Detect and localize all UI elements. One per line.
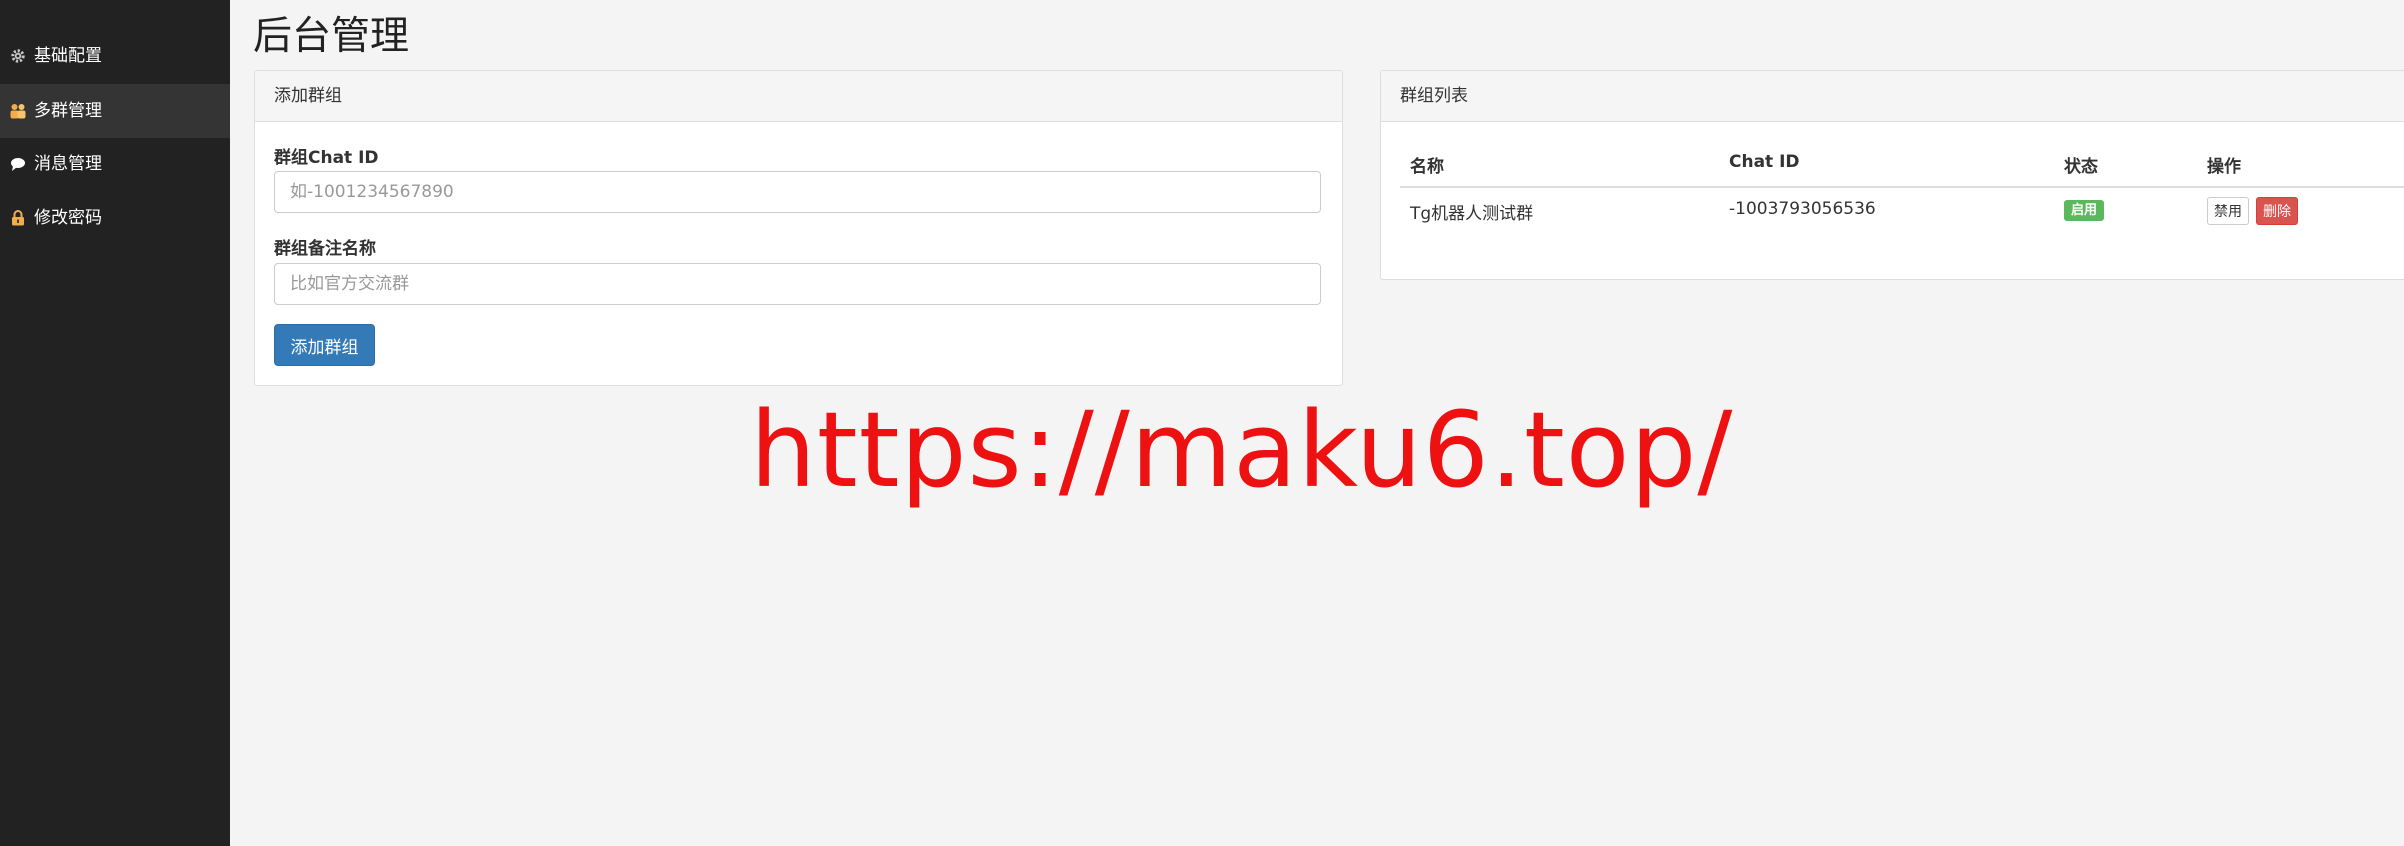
delete-button[interactable]: 删除 — [2256, 197, 2298, 225]
add-group-panel-heading: 添加群组 — [255, 71, 1342, 122]
sidebar: 基础配置 多群管理 消息管理 修改密码 — [0, 0, 230, 846]
add-group-button[interactable]: 添加群组 — [274, 324, 375, 366]
group-name-cell: Tg机器人测试群 — [1410, 204, 1534, 224]
sidebar-item-label: 消息管理 — [34, 153, 102, 174]
group-name-input[interactable] — [274, 263, 1321, 305]
sidebar-item-label: 基础配置 — [34, 45, 102, 66]
add-group-panel: 添加群组 群组Chat ID 群组备注名称 添加群组 — [254, 70, 1343, 386]
users-icon — [10, 103, 26, 119]
page-title: 后台管理 — [253, 14, 410, 59]
comment-icon — [10, 156, 26, 172]
group-name-label: 群组备注名称 — [274, 239, 376, 259]
sidebar-item-label: 多群管理 — [34, 100, 102, 121]
sidebar-item-messages[interactable]: 消息管理 — [0, 137, 230, 191]
column-header-name: 名称 — [1410, 157, 1444, 177]
sidebar-item-basic-config[interactable]: 基础配置 — [0, 29, 230, 83]
column-header-status: 状态 — [2064, 157, 2098, 177]
chat-id-label: 群组Chat ID — [274, 148, 379, 168]
column-header-chat-id: Chat ID — [1729, 152, 1800, 172]
group-list-panel-heading: 群组列表 — [1381, 71, 2404, 122]
chat-id-input[interactable] — [274, 171, 1321, 213]
watermark-url: https://maku6.top/ — [750, 389, 1734, 511]
status-badge: 启用 — [2064, 200, 2105, 221]
chat-id-cell: -1003793056536 — [1729, 199, 1876, 219]
disable-button[interactable]: 禁用 — [2207, 197, 2249, 225]
sidebar-item-multi-group[interactable]: 多群管理 — [0, 84, 230, 138]
group-list-panel: 群组列表 名称 Chat ID 状态 操作 Tg机器人测试群 -10037930… — [1380, 70, 2404, 280]
table-header-divider — [1400, 186, 2404, 188]
gear-icon — [10, 48, 26, 64]
sidebar-item-label: 修改密码 — [34, 207, 102, 228]
lock-icon — [10, 210, 26, 226]
sidebar-item-change-password[interactable]: 修改密码 — [0, 191, 230, 245]
column-header-actions: 操作 — [2207, 157, 2241, 177]
